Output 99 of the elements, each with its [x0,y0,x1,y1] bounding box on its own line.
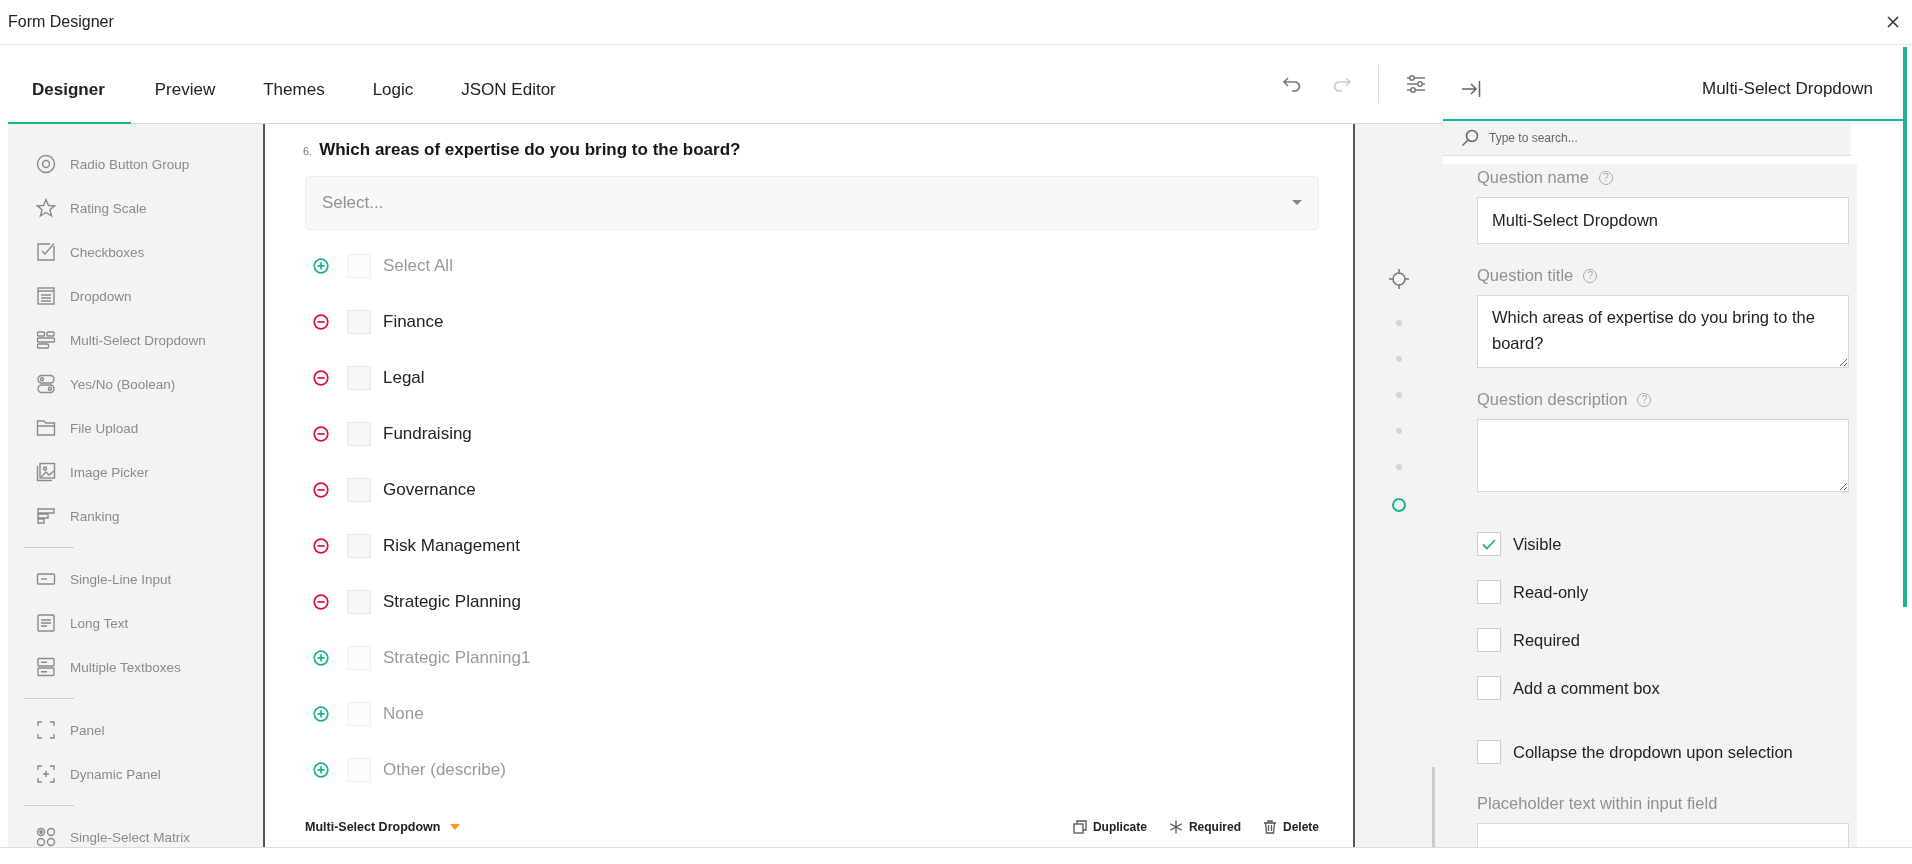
remove-icon[interactable] [313,426,329,442]
remove-icon[interactable] [313,314,329,330]
choice-label[interactable]: Strategic Planning [383,592,521,612]
field-label: Placeholder text within input field [1477,794,1718,813]
checkbox-label[interactable]: Required [1513,630,1580,650]
add-icon[interactable] [313,706,329,722]
file-type-icon [36,418,56,438]
checkbox-label[interactable]: Collapse the dropdown upon selection [1513,742,1793,762]
toolbox-item[interactable]: Ranking [8,494,263,538]
toolbox-item[interactable]: Single-Line Input [8,557,263,601]
text-field[interactable]: Multi-Select Dropdown [1477,197,1849,244]
copy-icon [1072,820,1087,834]
action-button[interactable]: Required [1168,820,1241,834]
multipletext-type-icon [36,657,56,677]
action-button[interactable]: Delete [1262,820,1319,834]
panel-type-icon [36,720,56,740]
add-icon[interactable] [313,762,329,778]
remove-icon[interactable] [313,538,329,554]
checkbox-label[interactable]: Add a comment box [1513,678,1660,698]
settings-icon[interactable] [1405,73,1427,95]
choice-label[interactable]: Risk Management [383,536,520,556]
choice-label[interactable]: Select All [383,256,453,276]
rating-type-icon [36,198,56,218]
question-number: 6. [303,145,313,157]
tab[interactable]: Logic [348,46,438,124]
dropdown-type-icon [36,286,56,306]
toolbox-item[interactable]: Dropdown [8,274,263,318]
text-field[interactable] [1477,823,1849,847]
toolbox-item[interactable]: Rating Scale [8,186,263,230]
question-title: Which areas of expertise do you bring to the board? [319,140,741,160]
toolbox-item[interactable]: Radio Button Group [8,142,263,186]
search-field[interactable]: Type to search... [1487,130,1791,146]
comment-type-icon [36,613,56,633]
checkbox-type-icon [36,242,56,262]
choice-label[interactable]: None [383,704,424,724]
checkbox[interactable] [1477,628,1501,652]
radio-type-icon [36,154,56,174]
search-icon [1461,129,1479,147]
close-icon[interactable] [1887,16,1899,28]
toolbox-item[interactable]: Image Picker [8,450,263,494]
page-marker[interactable] [1396,428,1402,434]
checkbox[interactable] [1477,580,1501,604]
text-area[interactable] [1477,419,1849,492]
caret-icon [450,824,461,830]
image-type-icon [36,462,56,482]
add-icon[interactable] [313,650,329,666]
matrix-type-icon [36,827,56,847]
toolbox-item[interactable]: Long Text [8,601,263,645]
field-label: Question name [1477,168,1589,187]
checkmark-icon [1482,538,1496,550]
page-marker[interactable] [1396,392,1402,398]
page-marker[interactable] [1396,356,1402,362]
toolbox-item[interactable]: Panel [8,708,263,752]
toolbox-item[interactable]: Yes/No (Boolean) [8,362,263,406]
select-dropdown[interactable]: Select... [305,176,1319,230]
checkbox-label[interactable]: Read-only [1513,582,1589,602]
choice-label[interactable]: Legal [383,368,425,388]
action-button[interactable]: Duplicate [1072,820,1147,834]
choice-label[interactable]: Governance [383,480,476,500]
remove-icon[interactable] [313,594,329,610]
tab[interactable]: JSON Editor [437,46,580,124]
remove-icon[interactable] [313,370,329,386]
toolbox-item[interactable]: Checkboxes [8,230,263,274]
window-title: Form Designer [8,13,114,31]
crosshair-icon[interactable] [1389,269,1409,289]
paneldynamic-type-icon [36,764,56,784]
caret-icon [1292,200,1302,206]
question-type-selector[interactable]: Multi-Select Dropdown [305,820,461,834]
asterisk-icon [1168,820,1183,834]
choice-label[interactable]: Strategic Planning1 [383,648,531,668]
remove-icon[interactable] [313,482,329,498]
choice-label[interactable]: Other (describe) [383,760,506,780]
toolbox-item[interactable]: File Upload [8,406,263,450]
boolean-type-icon [36,374,56,394]
text-area[interactable]: Which areas of expertise do you bring to the board? [1477,295,1849,368]
choice-label[interactable]: Fundraising [383,424,472,444]
field-label: Question description [1477,390,1628,409]
toolbox-item[interactable]: Single-Select Matrix [8,815,263,847]
toolbox-item[interactable]: Multi-Select Dropdown [8,318,263,362]
page-marker[interactable] [1392,498,1406,512]
tab[interactable]: Preview [130,46,240,124]
search-bar[interactable]: Type to search... [1443,121,1851,156]
checkbox[interactable] [1477,532,1501,556]
add-icon[interactable] [313,258,329,274]
tagbox-type-icon [36,330,56,350]
trash-icon [1262,820,1277,834]
panel-title: Multi-Select Dropdown [1702,79,1873,99]
page-marker[interactable] [1396,464,1402,470]
tab[interactable]: Themes [239,46,349,124]
field-label: Question title [1477,266,1574,285]
toolbox-item[interactable]: Dynamic Panel [8,752,263,796]
collapse-panel-icon[interactable] [1461,80,1481,98]
toolbox-item[interactable]: Multiple Textboxes [8,645,263,689]
checkbox[interactable] [1477,740,1501,764]
checkbox-label[interactable]: Visible [1513,534,1562,554]
checkbox[interactable] [1477,676,1501,700]
page-marker[interactable] [1396,320,1402,326]
choice-label[interactable]: Finance [383,312,444,332]
ranking-type-icon [36,506,56,526]
